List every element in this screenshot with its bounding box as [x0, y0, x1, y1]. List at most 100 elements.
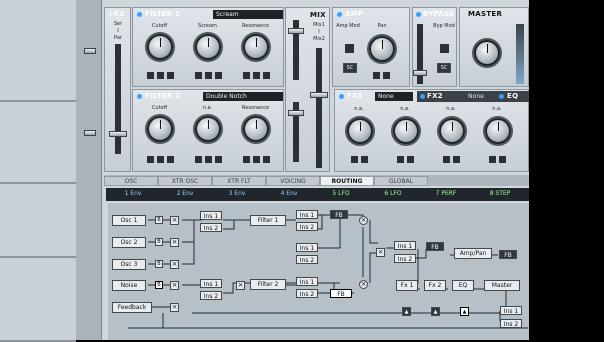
mod-slot[interactable] — [215, 156, 222, 163]
filter2-knob2[interactable] — [195, 116, 221, 142]
feedback-send-node-active[interactable]: FB — [330, 289, 352, 298]
mod-slot[interactable] — [263, 156, 270, 163]
routing-switch-icon[interactable]: × — [170, 303, 179, 312]
eq-node[interactable]: EQ — [452, 280, 474, 291]
fx1-mode-select[interactable]: None — [375, 92, 413, 101]
filter2-mode-select[interactable]: Double Notch — [203, 92, 283, 101]
mod-slot[interactable] — [243, 72, 250, 79]
amp-sc-button[interactable]: SC — [343, 63, 357, 73]
mod-slot[interactable] — [147, 72, 154, 79]
insert-slot[interactable]: Ins 2 — [200, 223, 222, 232]
mod-slot[interactable] — [195, 72, 202, 79]
master-node[interactable]: Master — [484, 280, 520, 291]
mod-slot[interactable] — [361, 156, 368, 163]
mod-slot[interactable] — [195, 156, 202, 163]
filter2-cutoff-knob[interactable] — [147, 116, 173, 142]
source-lfo6[interactable]: 6 LFO — [368, 188, 418, 201]
insert-slot[interactable]: Ins 2 — [296, 222, 318, 231]
source-lfo5[interactable]: 5 LFO — [316, 188, 366, 201]
sidechain-a-icon[interactable]: ▲ — [402, 307, 411, 316]
routing-switch-icon[interactable]: × — [170, 238, 179, 247]
mod-slot[interactable] — [453, 156, 460, 163]
insert-slot[interactable]: Ins 1 — [200, 279, 222, 288]
insert-slot[interactable]: Ins 2 — [296, 289, 318, 298]
side-slider-handle[interactable] — [84, 130, 96, 136]
osc1-node[interactable]: Osc 1 — [112, 215, 146, 226]
f2-fader-track[interactable] — [115, 44, 121, 154]
tab-xtr-osc[interactable]: XTR OSC — [158, 176, 212, 186]
insert-slot[interactable]: Ins 1 — [296, 243, 318, 252]
mod-slot[interactable] — [373, 72, 380, 79]
sidechain-a-icon[interactable]: ▲ — [431, 307, 440, 316]
routing-switch-icon[interactable]: × — [236, 281, 245, 290]
insert-slot[interactable]: Ins 2 — [500, 319, 522, 328]
mod-slot[interactable] — [147, 156, 154, 163]
eq-enable-led[interactable] — [499, 94, 504, 99]
amp-mod-slot[interactable] — [345, 44, 354, 53]
mix-fader-track[interactable] — [316, 48, 322, 168]
fx1-param1-knob[interactable] — [347, 118, 373, 144]
tab-osc[interactable]: OSC — [104, 176, 158, 186]
mod-slot[interactable] — [167, 156, 174, 163]
routing-switch-icon[interactable]: × — [170, 281, 179, 290]
fx1-enable-led[interactable] — [339, 94, 344, 99]
fx1-param4-knob[interactable] — [485, 118, 511, 144]
f2-fader-handle[interactable] — [109, 131, 127, 137]
source-env4[interactable]: 4 Env — [264, 188, 314, 201]
insert-slot[interactable]: Ins 1 — [394, 241, 416, 250]
routing-switch-icon[interactable]: × — [170, 260, 179, 269]
mod-slot[interactable] — [215, 72, 222, 79]
insert-slot[interactable]: Ins 2 — [200, 291, 222, 300]
master-volume-knob[interactable] — [474, 40, 500, 66]
mod-slot[interactable] — [253, 72, 260, 79]
mod-slot[interactable] — [499, 156, 506, 163]
mod-slot[interactable] — [489, 156, 496, 163]
fx1-node[interactable]: Fx 1 — [396, 280, 418, 291]
fx1-param2-knob[interactable] — [393, 118, 419, 144]
amp-enable-led[interactable] — [337, 12, 342, 17]
fx2-tab[interactable]: FX2 — [427, 92, 443, 100]
sidechain-a-icon[interactable]: ▲ — [460, 307, 469, 316]
tab-voicing[interactable]: VOICING — [266, 176, 320, 186]
side-slider-handle[interactable] — [84, 48, 96, 54]
mixer-sum-icon[interactable]: × — [359, 216, 368, 225]
mod-slot[interactable] — [397, 156, 404, 163]
tab-routing[interactable]: ROUTING — [320, 176, 374, 186]
filter2-node[interactable]: Filter 2 — [250, 279, 286, 290]
mod-slot[interactable] — [263, 72, 270, 79]
bus-b-node[interactable]: B — [155, 238, 163, 246]
bus-b-node[interactable]: B — [155, 216, 163, 224]
tab-xtr-flt[interactable]: XTR FLT — [212, 176, 266, 186]
mod-slot[interactable] — [383, 72, 390, 79]
filter1-cutoff-knob[interactable] — [147, 34, 173, 60]
insert-slot[interactable]: Ins 2 — [394, 254, 416, 263]
insert-slot[interactable]: Ins 1 — [500, 306, 522, 315]
bypass-fader-handle[interactable] — [413, 70, 427, 76]
filter2-resonance-knob[interactable] — [243, 116, 269, 142]
fx2-enable-led[interactable] — [420, 94, 425, 99]
source-step8[interactable]: 8 STEP — [474, 188, 526, 201]
mixer-sum-icon[interactable]: × — [359, 280, 368, 289]
bypass-sc-button[interactable]: SC — [437, 63, 451, 73]
filter2-enable-led[interactable] — [137, 94, 142, 99]
feedback-send-node[interactable]: FB — [330, 210, 348, 219]
bus-b-node-active[interactable]: B — [155, 281, 163, 289]
mod-slot[interactable] — [253, 156, 260, 163]
filter2-level-handle[interactable] — [288, 110, 304, 116]
mod-slot[interactable] — [407, 156, 414, 163]
insert-slot[interactable]: Ins 1 — [296, 210, 318, 219]
eq-tab[interactable]: EQ — [507, 92, 518, 100]
source-env3[interactable]: 3 Env — [212, 188, 262, 201]
insert-slot[interactable]: Ins 1 — [296, 277, 318, 286]
feedback-node[interactable]: Feedback — [112, 302, 152, 313]
mod-slot[interactable] — [205, 156, 212, 163]
osc2-node[interactable]: Osc 2 — [112, 237, 146, 248]
mod-slot[interactable] — [205, 72, 212, 79]
feedback-send-node[interactable]: FB — [426, 242, 444, 251]
insert-slot[interactable]: Ins 2 — [296, 255, 318, 264]
mix-fader-handle[interactable] — [310, 92, 328, 98]
mod-slot[interactable] — [351, 156, 358, 163]
filter1-node[interactable]: Filter 1 — [250, 215, 286, 226]
mod-slot[interactable] — [243, 156, 250, 163]
filter1-mode-select[interactable]: Scream — [213, 10, 283, 19]
